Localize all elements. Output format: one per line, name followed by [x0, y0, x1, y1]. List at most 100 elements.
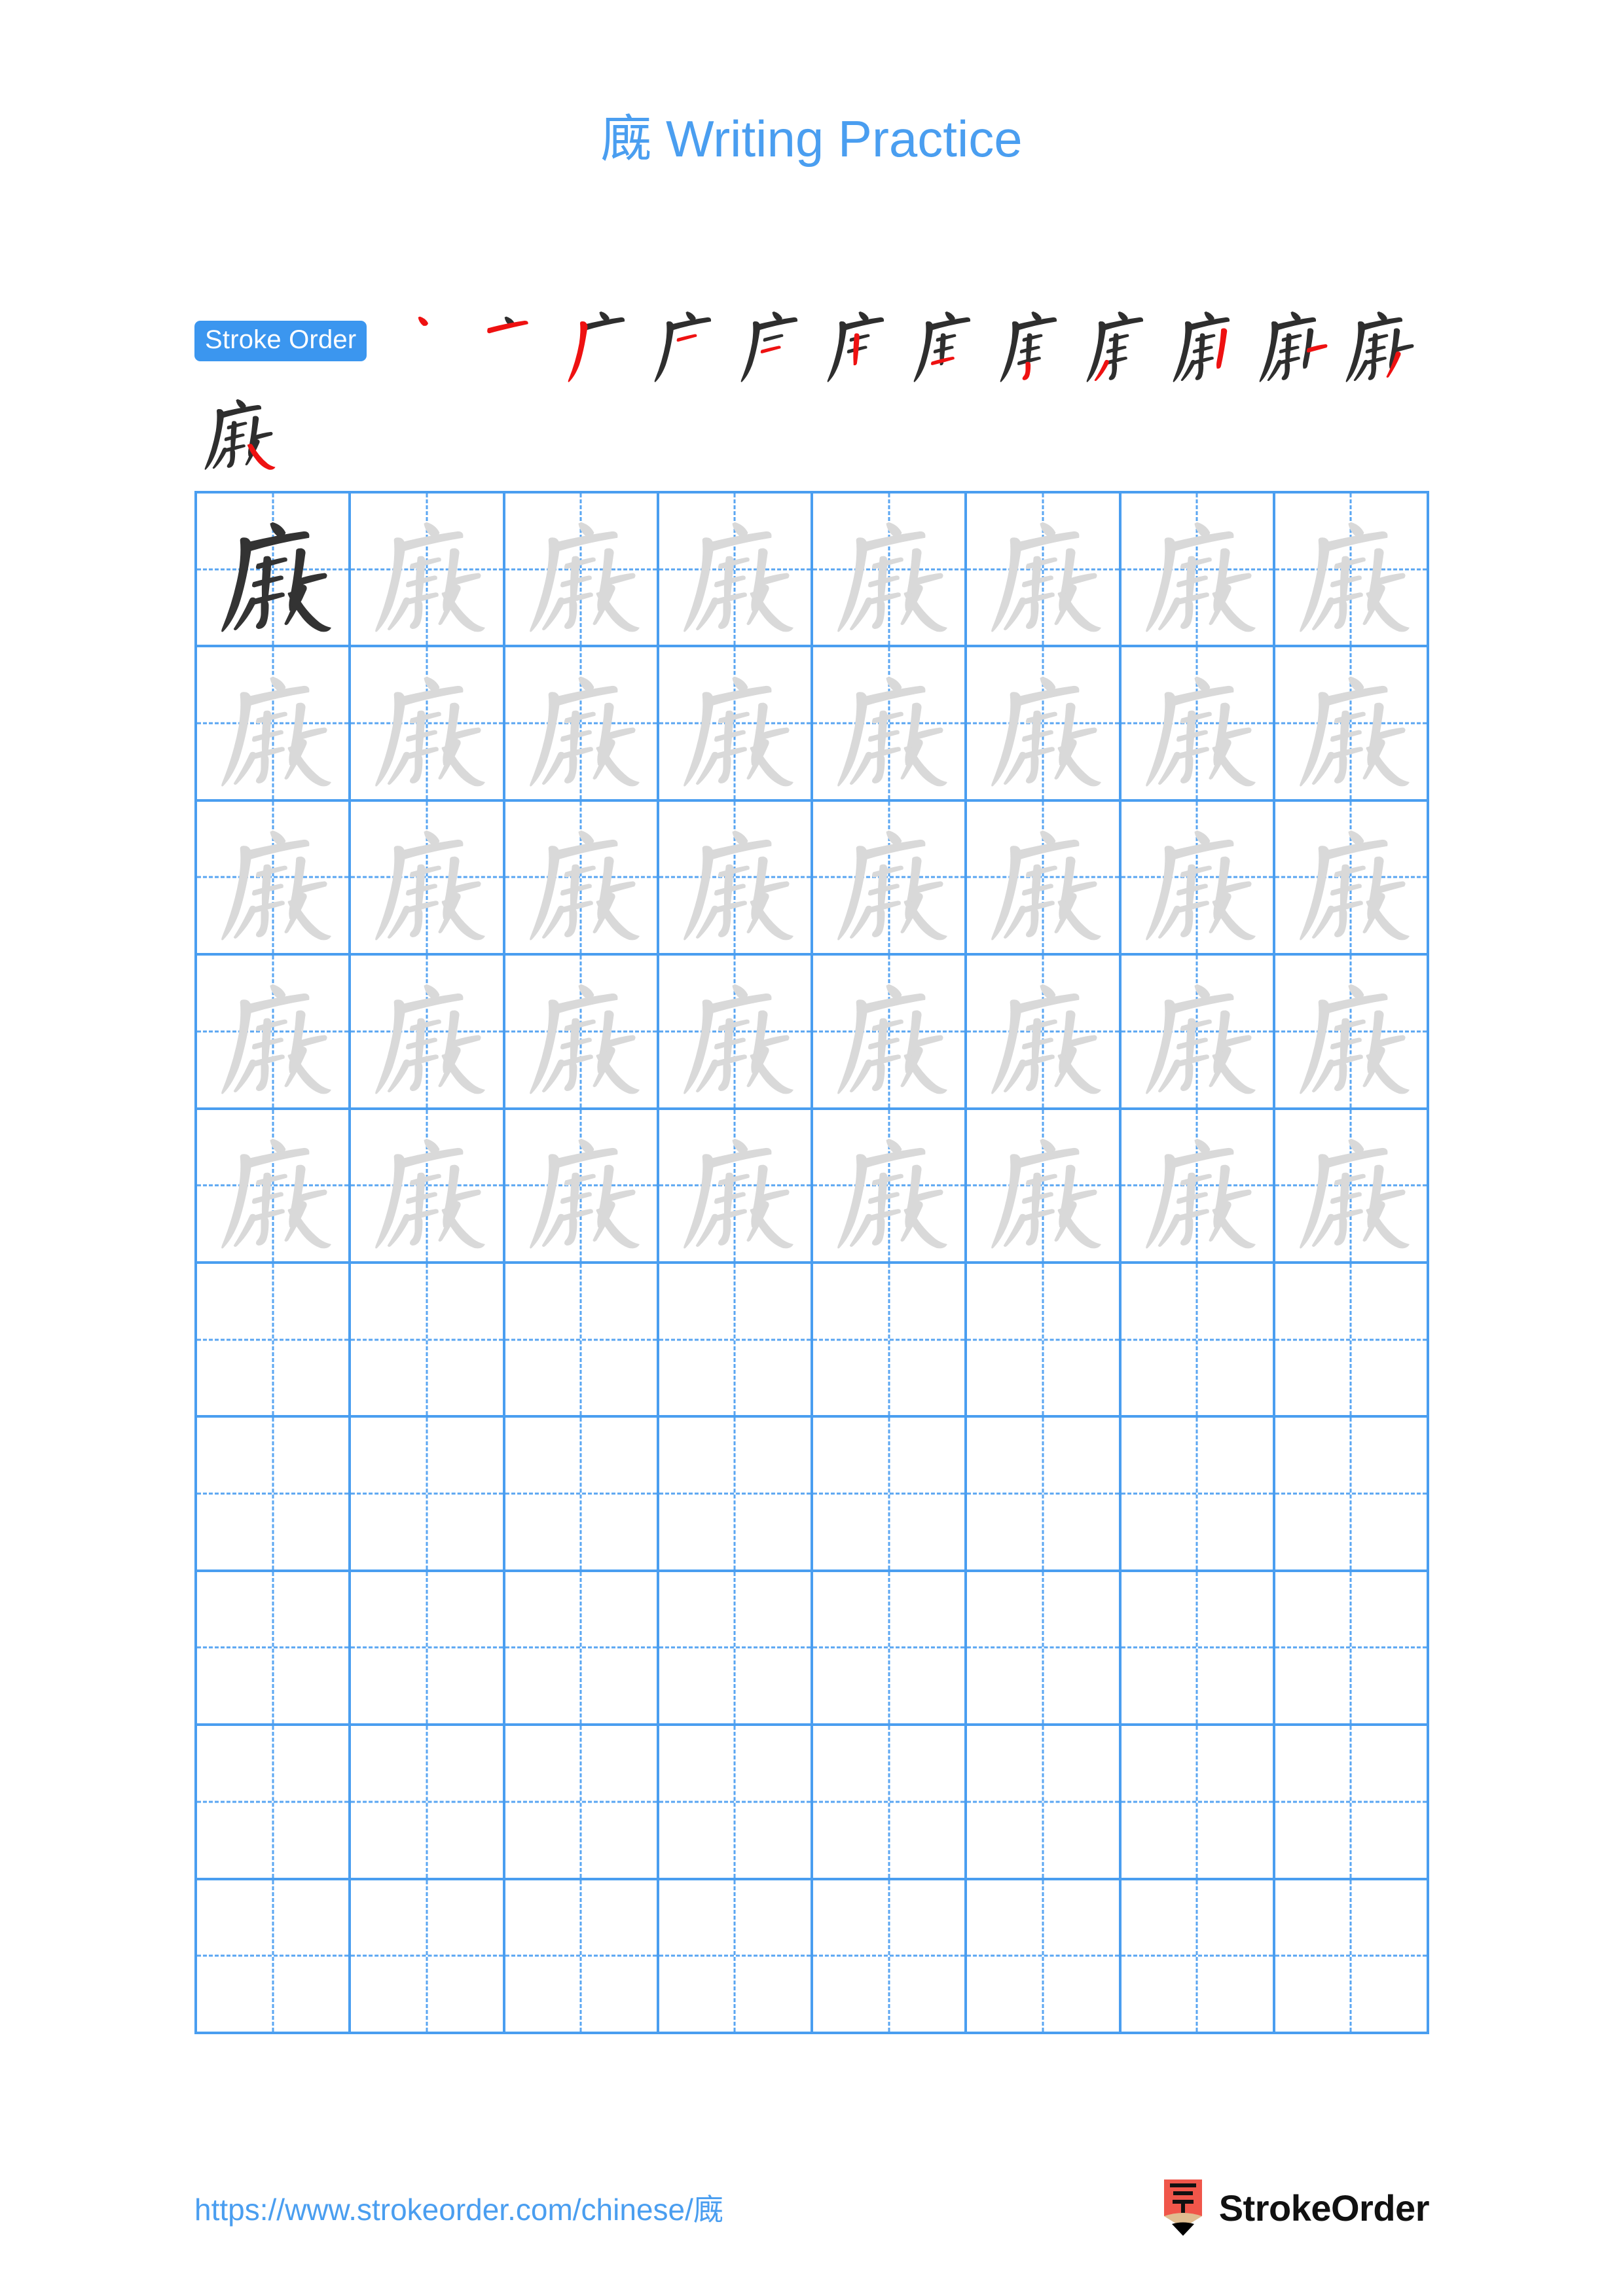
- practice-cell[interactable]: [1275, 801, 1429, 956]
- practice-cell[interactable]: [1121, 1263, 1275, 1418]
- tracing-character: [505, 802, 657, 953]
- practice-cell[interactable]: [197, 1571, 352, 1727]
- practice-cell[interactable]: [967, 1880, 1122, 2034]
- practice-cell[interactable]: [813, 1109, 968, 1264]
- practice-cell[interactable]: [197, 1418, 352, 1572]
- practice-cell[interactable]: [659, 1880, 813, 2034]
- practice-cell[interactable]: [1275, 1418, 1429, 1572]
- tracing-character: [813, 493, 964, 645]
- stroke-step-7: [903, 300, 990, 384]
- practice-cell[interactable]: [505, 1571, 659, 1727]
- practice-cell[interactable]: [197, 1109, 352, 1264]
- practice-cell[interactable]: [197, 1726, 352, 1880]
- practice-cell[interactable]: [1275, 647, 1429, 802]
- practice-cell[interactable]: [967, 801, 1122, 956]
- practice-cell[interactable]: [1275, 1880, 1429, 2034]
- practice-cell[interactable]: [813, 647, 968, 802]
- practice-cell[interactable]: [967, 493, 1122, 648]
- practice-cell[interactable]: [505, 647, 659, 802]
- practice-cell[interactable]: [1121, 647, 1275, 802]
- practice-cell[interactable]: [351, 493, 505, 648]
- practice-cell[interactable]: [1275, 1263, 1429, 1418]
- tracing-character: [967, 647, 1118, 798]
- practice-cell[interactable]: [967, 1726, 1122, 1880]
- practice-cell[interactable]: [1275, 1726, 1429, 1880]
- tracing-character: [197, 802, 348, 953]
- practice-cell[interactable]: [505, 801, 659, 956]
- practice-cell[interactable]: [813, 1571, 968, 1727]
- practice-cell[interactable]: [659, 1418, 813, 1572]
- practice-cell[interactable]: [1275, 493, 1429, 648]
- practice-cell[interactable]: [197, 1263, 352, 1418]
- tracing-character: [197, 956, 348, 1107]
- practice-cell[interactable]: [813, 801, 968, 956]
- practice-cell[interactable]: [1121, 1418, 1275, 1572]
- practice-cell[interactable]: [505, 1880, 659, 2034]
- practice-cell[interactable]: [659, 647, 813, 802]
- stroke-step-12: [1336, 300, 1422, 384]
- tracing-character: [197, 1110, 348, 1261]
- practice-cell[interactable]: [659, 1109, 813, 1264]
- practice-cell[interactable]: [197, 801, 352, 956]
- stroke-step-6: [817, 300, 903, 384]
- tracing-character: [351, 493, 502, 645]
- practice-cell[interactable]: [505, 1109, 659, 1264]
- practice-cell[interactable]: [505, 956, 659, 1110]
- practice-cell[interactable]: [351, 801, 505, 956]
- tracing-character: [813, 802, 964, 953]
- practice-cell[interactable]: [351, 1571, 505, 1727]
- brand-lockup: StrokeOrder: [1161, 2179, 1430, 2236]
- practice-cell[interactable]: [659, 1263, 813, 1418]
- practice-cell[interactable]: [505, 1418, 659, 1572]
- practice-cell[interactable]: [197, 493, 352, 648]
- practice-cell[interactable]: [813, 493, 968, 648]
- practice-cell[interactable]: [967, 1109, 1122, 1264]
- practice-cell[interactable]: [505, 493, 659, 648]
- practice-cell[interactable]: [351, 1109, 505, 1264]
- practice-cell[interactable]: [813, 1726, 968, 1880]
- practice-cell[interactable]: [351, 647, 505, 802]
- practice-cell[interactable]: [813, 1880, 968, 2034]
- practice-cell[interactable]: [351, 1880, 505, 2034]
- practice-cell[interactable]: [1121, 493, 1275, 648]
- practice-cell[interactable]: [967, 647, 1122, 802]
- tracing-character: [1275, 802, 1427, 953]
- practice-cell[interactable]: [197, 647, 352, 802]
- practice-cell[interactable]: [659, 493, 813, 648]
- practice-cell[interactable]: [1121, 1726, 1275, 1880]
- practice-cell[interactable]: [1275, 956, 1429, 1110]
- practice-cell[interactable]: [351, 1263, 505, 1418]
- practice-cell[interactable]: [967, 1571, 1122, 1727]
- tracing-character: [1122, 493, 1273, 645]
- practice-cell[interactable]: [1121, 801, 1275, 956]
- practice-cell[interactable]: [351, 1418, 505, 1572]
- practice-cell[interactable]: [505, 1726, 659, 1880]
- practice-cell[interactable]: [659, 1571, 813, 1727]
- practice-cell[interactable]: [1121, 1109, 1275, 1264]
- stroke-step-2: [471, 300, 558, 384]
- practice-cell[interactable]: [1121, 956, 1275, 1110]
- stroke-order-section: Stroke Order: [194, 300, 1429, 471]
- tracing-character: [967, 493, 1118, 645]
- source-url[interactable]: https://www.strokeorder.com/chinese/廐: [194, 2186, 723, 2229]
- practice-cell[interactable]: [1275, 1109, 1429, 1264]
- practice-cell[interactable]: [1121, 1880, 1275, 2034]
- practice-cell[interactable]: [197, 956, 352, 1110]
- practice-cell[interactable]: [967, 1263, 1122, 1418]
- practice-cell[interactable]: [505, 1263, 659, 1418]
- stroke-step-1: [385, 300, 471, 384]
- practice-cell[interactable]: [659, 801, 813, 956]
- practice-cell[interactable]: [1121, 1571, 1275, 1727]
- stroke-step-13: [194, 387, 281, 471]
- practice-cell[interactable]: [659, 956, 813, 1110]
- practice-cell[interactable]: [967, 956, 1122, 1110]
- practice-cell[interactable]: [1275, 1571, 1429, 1727]
- practice-cell[interactable]: [659, 1726, 813, 1880]
- practice-cell[interactable]: [813, 1418, 968, 1572]
- practice-cell[interactable]: [813, 956, 968, 1110]
- practice-cell[interactable]: [967, 1418, 1122, 1572]
- practice-cell[interactable]: [351, 1726, 505, 1880]
- practice-cell[interactable]: [813, 1263, 968, 1418]
- practice-cell[interactable]: [351, 956, 505, 1110]
- practice-cell[interactable]: [197, 1880, 352, 2034]
